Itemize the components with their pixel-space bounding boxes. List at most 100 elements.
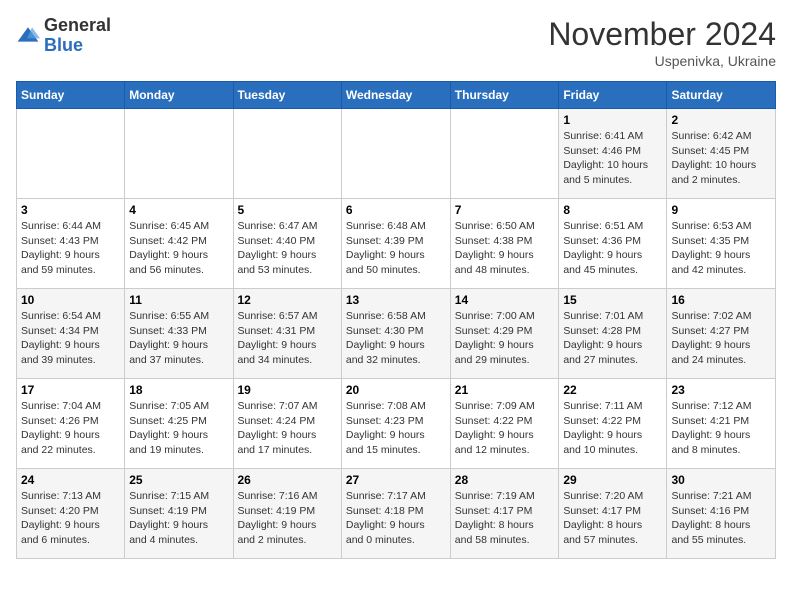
- day-number: 4: [129, 203, 228, 217]
- day-info: Sunrise: 7:02 AM Sunset: 4:27 PM Dayligh…: [671, 309, 771, 368]
- calendar-cell: [450, 109, 559, 199]
- calendar-cell: 22 Sunrise: 7:11 AM Sunset: 4:22 PM Dayli…: [559, 379, 667, 469]
- day-number: 30: [671, 473, 771, 487]
- calendar-week-row: 3 Sunrise: 6:44 AM Sunset: 4:43 PM Daylig…: [17, 199, 776, 289]
- calendar-cell: 11 Sunrise: 6:55 AM Sunset: 4:33 PM Dayli…: [125, 289, 233, 379]
- day-number: 29: [563, 473, 662, 487]
- location-subtitle: Uspenivka, Ukraine: [548, 53, 776, 69]
- day-info: Sunrise: 6:48 AM Sunset: 4:39 PM Dayligh…: [346, 219, 446, 278]
- calendar-cell: [125, 109, 233, 199]
- day-info: Sunrise: 6:45 AM Sunset: 4:42 PM Dayligh…: [129, 219, 228, 278]
- day-number: 17: [21, 383, 120, 397]
- day-info: Sunrise: 7:04 AM Sunset: 4:26 PM Dayligh…: [21, 399, 120, 458]
- day-info: Sunrise: 6:47 AM Sunset: 4:40 PM Dayligh…: [238, 219, 337, 278]
- day-number: 11: [129, 293, 228, 307]
- day-info: Sunrise: 7:11 AM Sunset: 4:22 PM Dayligh…: [563, 399, 662, 458]
- day-number: 8: [563, 203, 662, 217]
- calendar-cell: 24 Sunrise: 7:13 AM Sunset: 4:20 PM Dayli…: [17, 469, 125, 559]
- calendar-cell: 19 Sunrise: 7:07 AM Sunset: 4:24 PM Dayli…: [233, 379, 341, 469]
- calendar-cell: 8 Sunrise: 6:51 AM Sunset: 4:36 PM Daylig…: [559, 199, 667, 289]
- day-info: Sunrise: 7:17 AM Sunset: 4:18 PM Dayligh…: [346, 489, 446, 548]
- calendar-cell: 18 Sunrise: 7:05 AM Sunset: 4:25 PM Dayli…: [125, 379, 233, 469]
- day-info: Sunrise: 7:05 AM Sunset: 4:25 PM Dayligh…: [129, 399, 228, 458]
- weekday-header-row: SundayMondayTuesdayWednesdayThursdayFrid…: [17, 82, 776, 109]
- calendar-cell: 1Sunrise: 6:41 AM Sunset: 4:46 PM Daylig…: [559, 109, 667, 199]
- weekday-header: Monday: [125, 82, 233, 109]
- calendar-week-row: 1Sunrise: 6:41 AM Sunset: 4:46 PM Daylig…: [17, 109, 776, 199]
- logo-icon: [16, 24, 40, 48]
- day-info: Sunrise: 6:44 AM Sunset: 4:43 PM Dayligh…: [21, 219, 120, 278]
- day-number: 12: [238, 293, 337, 307]
- title-block: November 2024 Uspenivka, Ukraine: [548, 16, 776, 69]
- day-info: Sunrise: 6:57 AM Sunset: 4:31 PM Dayligh…: [238, 309, 337, 368]
- day-number: 9: [671, 203, 771, 217]
- calendar-cell: 3 Sunrise: 6:44 AM Sunset: 4:43 PM Daylig…: [17, 199, 125, 289]
- calendar-cell: 4 Sunrise: 6:45 AM Sunset: 4:42 PM Daylig…: [125, 199, 233, 289]
- calendar-cell: 21 Sunrise: 7:09 AM Sunset: 4:22 PM Dayli…: [450, 379, 559, 469]
- day-number: 7: [455, 203, 555, 217]
- day-number: 13: [346, 293, 446, 307]
- calendar-cell: [341, 109, 450, 199]
- day-number: 24: [21, 473, 120, 487]
- calendar-week-row: 24 Sunrise: 7:13 AM Sunset: 4:20 PM Dayli…: [17, 469, 776, 559]
- day-info: Sunrise: 7:13 AM Sunset: 4:20 PM Dayligh…: [21, 489, 120, 548]
- day-info: Sunrise: 7:19 AM Sunset: 4:17 PM Dayligh…: [455, 489, 555, 548]
- day-number: 21: [455, 383, 555, 397]
- calendar-cell: 30Sunrise: 7:21 AM Sunset: 4:16 PM Dayli…: [667, 469, 776, 559]
- day-number: 25: [129, 473, 228, 487]
- calendar-cell: 26Sunrise: 7:16 AM Sunset: 4:19 PM Dayli…: [233, 469, 341, 559]
- day-info: Sunrise: 6:53 AM Sunset: 4:35 PM Dayligh…: [671, 219, 771, 278]
- day-number: 22: [563, 383, 662, 397]
- calendar-cell: 29Sunrise: 7:20 AM Sunset: 4:17 PM Dayli…: [559, 469, 667, 559]
- day-number: 27: [346, 473, 446, 487]
- day-number: 16: [671, 293, 771, 307]
- day-info: Sunrise: 7:07 AM Sunset: 4:24 PM Dayligh…: [238, 399, 337, 458]
- day-info: Sunrise: 7:12 AM Sunset: 4:21 PM Dayligh…: [671, 399, 771, 458]
- calendar-cell: 27 Sunrise: 7:17 AM Sunset: 4:18 PM Dayli…: [341, 469, 450, 559]
- weekday-header: Saturday: [667, 82, 776, 109]
- calendar-cell: 28 Sunrise: 7:19 AM Sunset: 4:17 PM Dayli…: [450, 469, 559, 559]
- weekday-header: Thursday: [450, 82, 559, 109]
- calendar-cell: 2 Sunrise: 6:42 AM Sunset: 4:45 PM Daylig…: [667, 109, 776, 199]
- day-number: 6: [346, 203, 446, 217]
- calendar-cell: [17, 109, 125, 199]
- day-number: 18: [129, 383, 228, 397]
- calendar-cell: 12 Sunrise: 6:57 AM Sunset: 4:31 PM Dayli…: [233, 289, 341, 379]
- day-number: 1: [563, 113, 662, 127]
- day-number: 10: [21, 293, 120, 307]
- day-info: Sunrise: 6:55 AM Sunset: 4:33 PM Dayligh…: [129, 309, 228, 368]
- month-title: November 2024: [548, 16, 776, 53]
- logo: General Blue: [16, 16, 111, 56]
- day-info: Sunrise: 7:15 AM Sunset: 4:19 PM Dayligh…: [129, 489, 228, 548]
- calendar-cell: 17 Sunrise: 7:04 AM Sunset: 4:26 PM Dayli…: [17, 379, 125, 469]
- day-number: 14: [455, 293, 555, 307]
- calendar-cell: 15 Sunrise: 7:01 AM Sunset: 4:28 PM Dayli…: [559, 289, 667, 379]
- day-info: Sunrise: 6:51 AM Sunset: 4:36 PM Dayligh…: [563, 219, 662, 278]
- calendar-week-row: 10Sunrise: 6:54 AM Sunset: 4:34 PM Dayli…: [17, 289, 776, 379]
- day-info: Sunrise: 6:50 AM Sunset: 4:38 PM Dayligh…: [455, 219, 555, 278]
- day-number: 20: [346, 383, 446, 397]
- calendar-week-row: 17 Sunrise: 7:04 AM Sunset: 4:26 PM Dayli…: [17, 379, 776, 469]
- calendar-cell: 10Sunrise: 6:54 AM Sunset: 4:34 PM Dayli…: [17, 289, 125, 379]
- day-number: 2: [671, 113, 771, 127]
- day-info: Sunrise: 7:09 AM Sunset: 4:22 PM Dayligh…: [455, 399, 555, 458]
- calendar-cell: 14 Sunrise: 7:00 AM Sunset: 4:29 PM Dayli…: [450, 289, 559, 379]
- logo-blue: Blue: [44, 36, 111, 56]
- page-header: General Blue November 2024 Uspenivka, Uk…: [16, 16, 776, 69]
- day-number: 28: [455, 473, 555, 487]
- calendar-cell: 5 Sunrise: 6:47 AM Sunset: 4:40 PM Daylig…: [233, 199, 341, 289]
- calendar-cell: 25 Sunrise: 7:15 AM Sunset: 4:19 PM Dayli…: [125, 469, 233, 559]
- day-number: 5: [238, 203, 337, 217]
- day-info: Sunrise: 7:00 AM Sunset: 4:29 PM Dayligh…: [455, 309, 555, 368]
- weekday-header: Sunday: [17, 82, 125, 109]
- day-info: Sunrise: 6:42 AM Sunset: 4:45 PM Dayligh…: [671, 129, 771, 188]
- calendar-cell: 6 Sunrise: 6:48 AM Sunset: 4:39 PM Daylig…: [341, 199, 450, 289]
- weekday-header: Tuesday: [233, 82, 341, 109]
- calendar-cell: 7 Sunrise: 6:50 AM Sunset: 4:38 PM Daylig…: [450, 199, 559, 289]
- day-info: Sunrise: 6:58 AM Sunset: 4:30 PM Dayligh…: [346, 309, 446, 368]
- weekday-header: Friday: [559, 82, 667, 109]
- day-number: 3: [21, 203, 120, 217]
- day-info: Sunrise: 7:01 AM Sunset: 4:28 PM Dayligh…: [563, 309, 662, 368]
- day-number: 15: [563, 293, 662, 307]
- day-number: 19: [238, 383, 337, 397]
